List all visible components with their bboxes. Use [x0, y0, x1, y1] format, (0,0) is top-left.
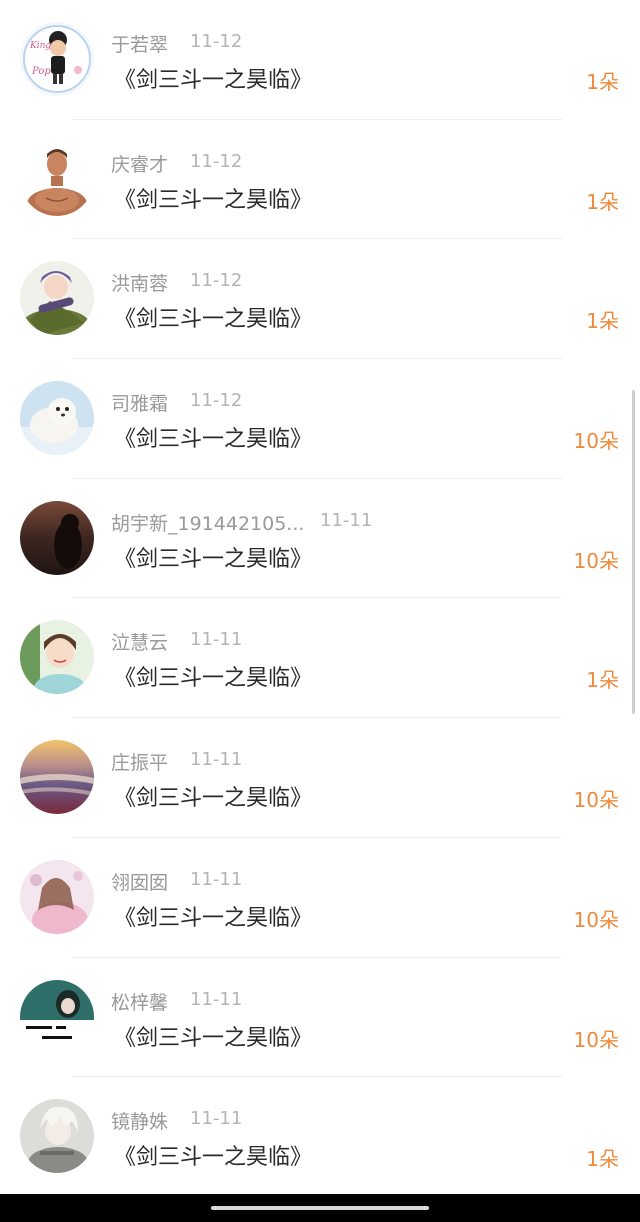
flower-count: 1朵 [586, 668, 619, 693]
book-title[interactable]: 《剑三斗一之昊临》 [114, 421, 312, 453]
user-name[interactable]: 翎囡囡 [111, 868, 168, 895]
record-date: 11-11 [190, 868, 243, 890]
book-title[interactable]: 《剑三斗一之昊临》 [114, 62, 312, 94]
record-date: 11-12 [190, 390, 243, 412]
flower-count: 1朵 [586, 1147, 619, 1172]
flower-count: 10朵 [573, 907, 619, 932]
flower-count: 1朵 [586, 309, 619, 334]
muscular-man-avatar-icon[interactable] [20, 141, 94, 216]
flower-count: 10朵 [573, 1027, 619, 1052]
user-name[interactable]: 庄振平 [111, 748, 168, 775]
girl-hat-avatar-icon[interactable] [20, 261, 94, 336]
user-name[interactable]: 泣慧云 [111, 628, 168, 655]
list-item[interactable]: 洪南蓉 11-12 《剑三斗一之昊临》 1朵 [0, 239, 640, 360]
system-navigation-bar [0, 1194, 640, 1222]
book-title[interactable]: 《剑三斗一之昊临》 [114, 780, 312, 812]
list-item[interactable]: 镜静姝 11-11 《剑三斗一之昊临》 1朵 [0, 1077, 640, 1197]
book-title[interactable]: 《剑三斗一之昊临》 [114, 541, 312, 573]
svg-text:King: King [29, 41, 51, 51]
list-item[interactable]: 胡宇新_191442105... 11-11 《剑三斗一之昊临》 10朵 [0, 479, 640, 599]
white-hair-anime-avatar-icon[interactable] [20, 1099, 94, 1174]
record-date: 11-11 [190, 1108, 243, 1130]
list-item[interactable]: 松梓馨 11-11 《剑三斗一之昊临》 10朵 [0, 958, 640, 1078]
home-indicator[interactable] [211, 1206, 429, 1210]
anime-girl-avatar-icon[interactable] [20, 859, 94, 934]
record-date: 11-12 [190, 270, 243, 292]
list-item[interactable]: 司雅霜 11-12 《剑三斗一之昊临》 10朵 [0, 359, 640, 479]
flower-count: 10朵 [573, 548, 619, 573]
scrollbar[interactable] [632, 390, 635, 714]
list-item[interactable]: 庆睿才 11-12 《剑三斗一之昊临》 1朵 [0, 120, 640, 240]
flower-count: 1朵 [586, 189, 619, 214]
record-date: 11-11 [190, 988, 243, 1010]
record-date: 11-12 [190, 31, 243, 52]
book-title[interactable]: 《剑三斗一之昊临》 [114, 301, 312, 333]
user-name[interactable]: 庆睿才 [111, 150, 168, 177]
svg-text:Pop: Pop [31, 66, 51, 77]
gift-records-screen: King Pop 于若翠 11-12 《剑三斗一之昊临》 1朵 庆睿才 11-1… [0, 0, 640, 1222]
user-name[interactable]: 胡宇新_191442105... [111, 509, 304, 536]
flower-count: 10朵 [573, 788, 619, 813]
flower-count: 1朵 [586, 70, 619, 94]
list-item[interactable]: 庄振平 11-11 《剑三斗一之昊临》 10朵 [0, 718, 640, 838]
user-name[interactable]: 于若翠 [111, 30, 168, 57]
sunset-silhouette-avatar-icon[interactable] [20, 500, 94, 575]
gift-record-list: King Pop 于若翠 11-12 《剑三斗一之昊临》 1朵 庆睿才 11-1… [0, 0, 640, 1197]
user-name[interactable]: 松梓馨 [111, 988, 168, 1015]
record-date: 11-11 [190, 629, 243, 651]
record-date: 11-11 [190, 749, 243, 771]
list-item[interactable]: King Pop 于若翠 11-12 《剑三斗一之昊临》 1朵 [0, 0, 640, 120]
flower-count: 10朵 [573, 429, 619, 454]
book-title[interactable]: 《剑三斗一之昊临》 [114, 660, 312, 692]
record-date: 11-12 [190, 150, 243, 172]
book-title[interactable]: 《剑三斗一之昊临》 [114, 1139, 312, 1171]
seal-avatar-icon[interactable] [20, 381, 94, 456]
book-title[interactable]: 《剑三斗一之昊临》 [114, 900, 312, 932]
record-date: 11-11 [320, 509, 373, 531]
cartoon-doll-avatar-icon[interactable]: King Pop [20, 22, 94, 96]
user-name[interactable]: 司雅霜 [111, 389, 168, 416]
user-name[interactable]: 镜静姝 [111, 1107, 168, 1134]
book-title[interactable]: 《剑三斗一之昊临》 [114, 182, 312, 214]
book-title[interactable]: 《剑三斗一之昊临》 [114, 1020, 312, 1052]
list-item[interactable]: 翎囡囡 11-11 《剑三斗一之昊临》 10朵 [0, 838, 640, 958]
calligraphy-girl-avatar-icon[interactable] [20, 979, 94, 1054]
user-name[interactable]: 洪南蓉 [111, 269, 168, 296]
smiling-girl-avatar-icon[interactable] [20, 620, 94, 695]
beach-sunset-avatar-icon[interactable] [20, 740, 94, 815]
list-item[interactable]: 泣慧云 11-11 《剑三斗一之昊临》 1朵 [0, 598, 640, 719]
